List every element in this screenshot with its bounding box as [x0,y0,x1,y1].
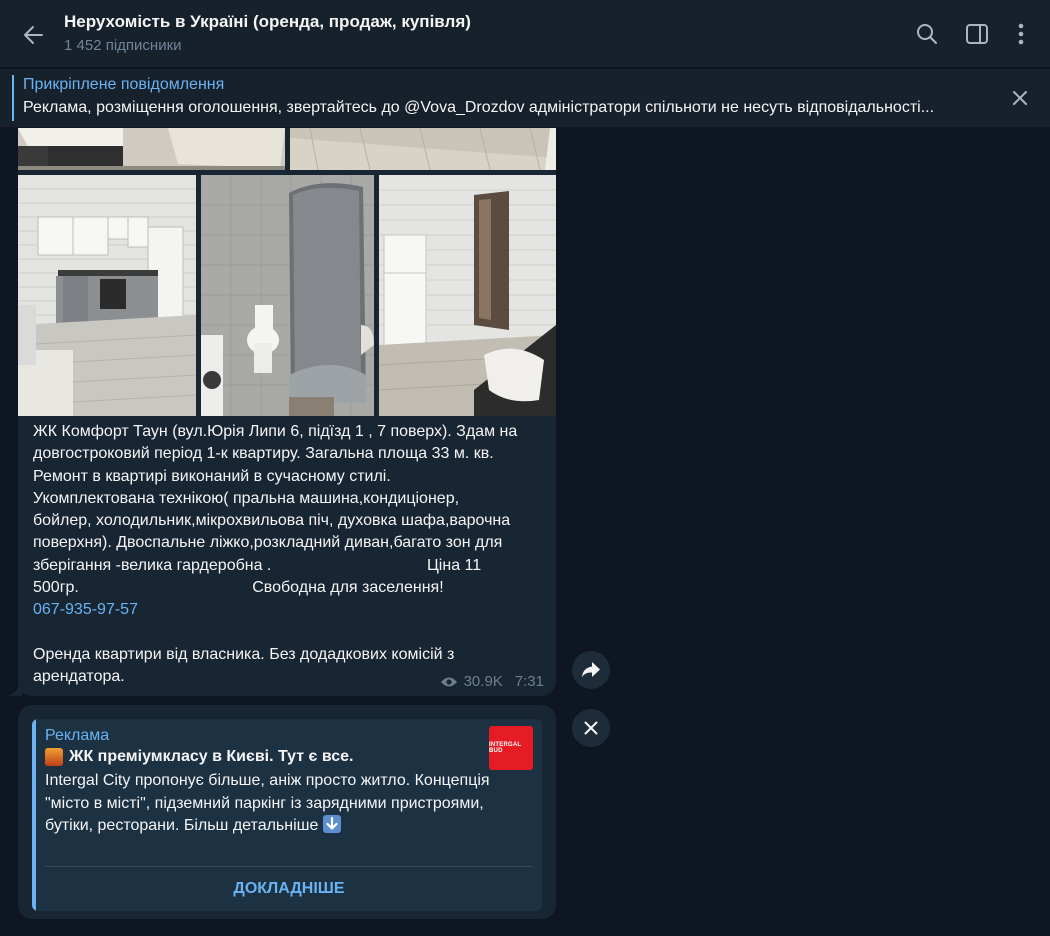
chat-header: Нерухомість в Україні (оренда, продаж, к… [0,0,1050,68]
channel-title[interactable]: Нерухомість в Україні (оренда, продаж, к… [64,12,471,32]
post-text-footer: Оренда квартири від власника. Без додадк… [33,645,455,686]
eye-icon [440,677,457,686]
kebab-menu-icon [1018,23,1024,45]
post-meta: 30.9K 7:31 [440,673,544,690]
sponsor-logo[interactable]: INTERGAL BUD [489,726,533,770]
share-button[interactable] [572,651,610,689]
close-ad-button[interactable] [572,709,610,747]
sponsored-message: Реклама ЖК преміумкласу в Києві. Тут є в… [18,705,556,919]
sponsored-accent-bar [32,719,36,911]
pinned-accent-bar [12,75,14,121]
subscriber-count: 1 452 підписники [64,37,182,54]
pinned-message[interactable]: Прикріплене повідомлення Реклама, розміщ… [0,69,1050,127]
post-text: ЖК Комфорт Таун (вул.Юрія Липи 6, підїзд… [33,421,545,689]
close-icon [1013,91,1027,105]
sponsored-label: Реклама [45,727,110,744]
sidebar-icon [966,24,988,44]
photo-top-left[interactable] [18,128,285,170]
bubble-tail [8,680,22,696]
pinned-text: Реклама, розміщення оголошення, звертайт… [23,99,935,116]
search-icon [917,24,937,44]
photo-bathroom[interactable] [201,175,374,416]
more-menu-button[interactable] [1006,19,1036,49]
back-button[interactable] [16,18,50,52]
pinned-close-button[interactable] [1004,82,1036,114]
learn-more-button[interactable]: ДОКЛАДНІШЕ [45,867,533,911]
arrow-left-icon [24,26,43,44]
post-text-main: ЖК Комфорт Таун (вул.Юрія Липи 6, підїзд… [33,423,518,597]
photo-room[interactable] [379,175,556,416]
down-arrow-emoji-icon [322,815,341,833]
phone-link[interactable]: 067-935-97-57 [33,601,138,618]
sponsored-card[interactable]: Реклама ЖК преміумкласу в Києві. Тут є в… [32,719,542,911]
post-time: 7:31 [514,673,544,690]
pinned-title: Прикріплене повідомлення [23,76,225,93]
sponsored-body-text: Intergal City пропонує більше, аніж прос… [45,772,490,834]
sidebar-toggle-button[interactable] [962,19,992,49]
city-emoji-icon [45,748,63,766]
view-count: 30.9K [463,673,503,690]
channel-post: ЖК Комфорт Таун (вул.Юрія Липи 6, підїзд… [18,128,556,696]
sponsored-body: Intergal City пропонує більше, аніж прос… [45,770,515,838]
sponsored-title-row: ЖК преміумкласу в Києві. Тут є все. [45,748,354,766]
sponsored-title: ЖК преміумкласу в Києві. Тут є все. [69,748,354,765]
photo-kitchen[interactable] [18,175,196,416]
close-icon [584,721,598,735]
search-button[interactable] [912,19,942,49]
sponsor-logo-text: INTERGAL BUD [489,742,522,754]
photo-top-right[interactable] [290,128,556,170]
share-arrow-icon [582,662,600,677]
